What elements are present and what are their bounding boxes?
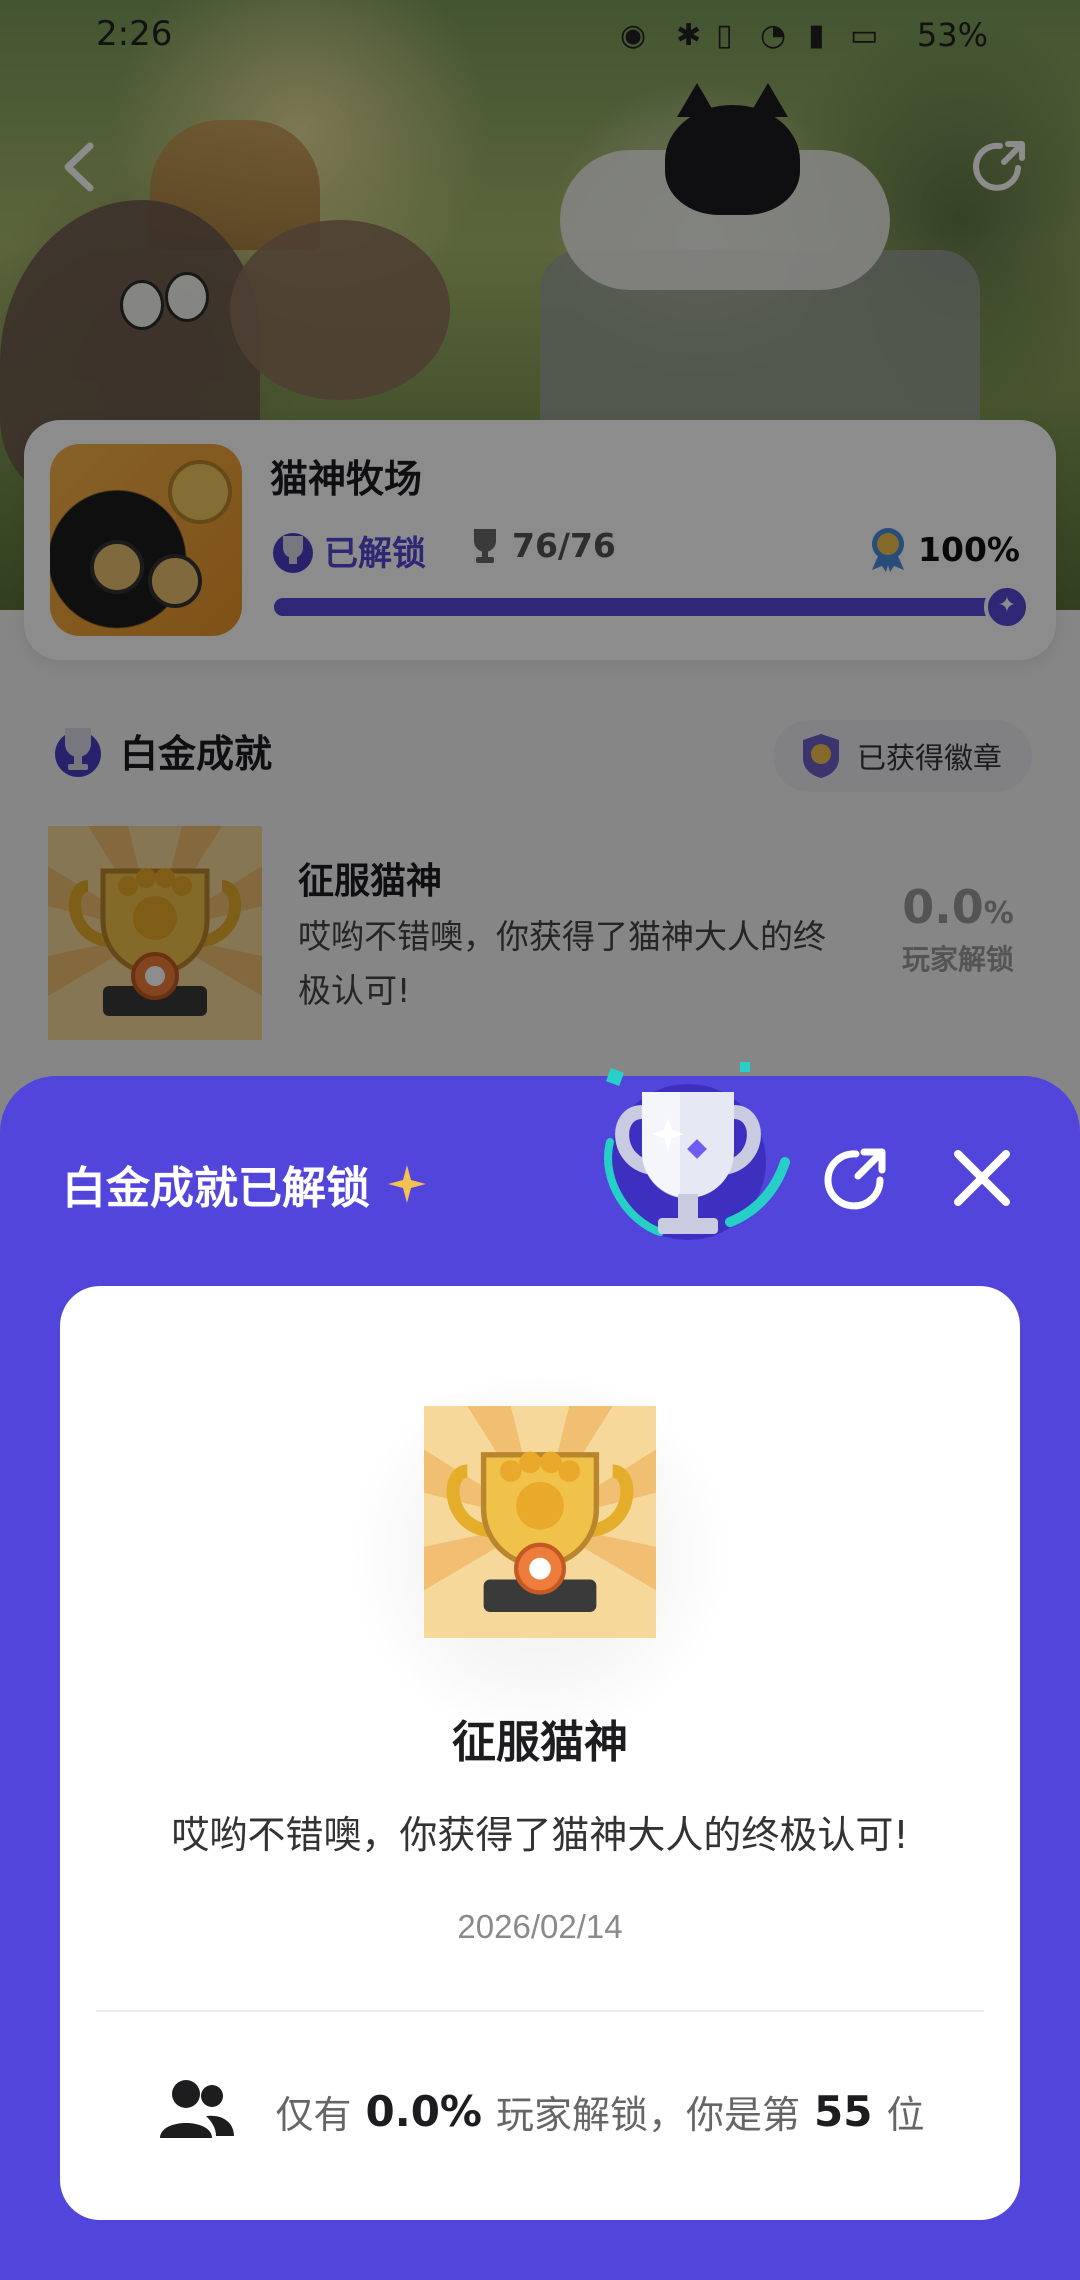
share-icon [824, 1148, 886, 1210]
users-icon [159, 2080, 234, 2138]
detail-title: 征服猫神 [452, 1717, 628, 1768]
divider [96, 2010, 984, 2012]
stat-rank: 55 [814, 2086, 873, 2136]
stat-rate: 0.0% [365, 2086, 482, 2136]
share-button[interactable] [818, 1140, 894, 1216]
achievement-detail-image [424, 1406, 656, 1638]
sheet-title: 白金成就已解锁 [62, 1163, 370, 1214]
close-button[interactable] [944, 1140, 1020, 1216]
unlock-date: 2026/02/14 [457, 1908, 623, 1945]
unlock-sheet: 白金成就已解锁 征服猫神 哎哟不错噢，你获得了猫神大人的终极认可! 2026/0… [0, 1062, 1080, 2280]
stat-suffix: 位 [886, 2092, 925, 2137]
sheet-header: 白金成就已解锁 [62, 1152, 428, 1216]
stat-prefix: 仅有 [275, 2092, 352, 2137]
trophy-illustration-icon [604, 1062, 790, 1240]
star-icon [388, 1165, 426, 1203]
achievement-detail-card: 征服猫神 哎哟不错噢，你获得了猫神大人的终极认可! 2026/02/14 仅有 … [60, 1286, 1020, 2220]
stat-middle: 玩家解锁，你是第 [496, 2092, 801, 2137]
unlock-stat: 仅有 0.0% 玩家解锁，你是第 55 位 [60, 2076, 1020, 2146]
detail-description: 哎哟不错噢，你获得了猫神大人的终极认可! [171, 1813, 909, 1857]
close-icon [954, 1150, 1010, 1206]
